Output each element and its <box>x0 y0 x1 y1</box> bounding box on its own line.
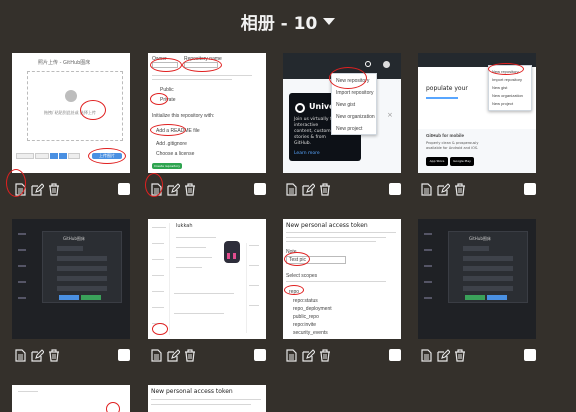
edit-icon[interactable] <box>165 181 181 197</box>
select-checkbox[interactable] <box>389 349 401 361</box>
menu-item[interactable]: New project <box>492 101 513 106</box>
menu-item[interactable]: New organization <box>492 93 523 98</box>
menu-item[interactable]: Import repository <box>336 90 374 96</box>
photo-thumb[interactable]: GitHub图床 <box>12 219 130 339</box>
photo-thumb[interactable]: Universe Join us virtually for interacti… <box>283 53 401 173</box>
photo-thumb[interactable]: populate your New repository Import repo… <box>418 53 536 173</box>
sidebar-mini <box>424 233 434 329</box>
drop-zone[interactable]: 拖拽/ 粘贴到此处或 选择上传 <box>27 71 123 141</box>
config-panel: GitHub图床 <box>448 231 528 303</box>
upload-title: 照片上传 - GitHub图床 <box>38 60 91 66</box>
menu-item[interactable]: New gist <box>336 102 355 108</box>
plus-icon[interactable] <box>365 61 371 67</box>
edit-icon[interactable] <box>435 347 451 363</box>
edit-icon[interactable] <box>300 181 316 197</box>
select-checkbox[interactable] <box>524 349 536 361</box>
select-checkbox[interactable] <box>254 183 266 195</box>
edit-icon[interactable] <box>29 181 45 197</box>
photo-card-5: GitHub图床 <box>12 219 130 362</box>
menu-item[interactable]: New gist <box>492 85 507 90</box>
avatar[interactable] <box>383 61 390 68</box>
document-icon[interactable] <box>418 347 434 363</box>
trash-icon[interactable] <box>452 181 468 197</box>
edit-icon[interactable] <box>300 347 316 363</box>
license-option: Choose a license <box>156 151 195 157</box>
document-icon[interactable] <box>148 347 164 363</box>
photo-thumb[interactable] <box>12 385 130 412</box>
scopes-label: Select scopes <box>286 273 318 279</box>
trash-icon[interactable] <box>182 347 198 363</box>
chevron-down-icon[interactable] <box>323 17 336 25</box>
menu-item[interactable]: Import repository <box>492 77 522 82</box>
trash-icon[interactable] <box>182 181 198 197</box>
select-checkbox[interactable] <box>254 349 266 361</box>
album-title: 相册 - 10 <box>240 13 318 34</box>
profile-name: lukkah <box>176 223 193 229</box>
edit-icon[interactable] <box>435 181 451 197</box>
photo-card-10: New personal access token <box>148 385 266 412</box>
menu-item[interactable]: New organization <box>336 114 375 120</box>
google-play-button[interactable]: Google Play <box>450 157 474 166</box>
page-title: New personal access token <box>151 388 233 395</box>
select-checkbox[interactable] <box>524 183 536 195</box>
scope-item[interactable]: public_repo <box>293 314 319 320</box>
create-repo-button[interactable]: Create repository <box>152 163 182 169</box>
close-icon[interactable]: × <box>387 111 393 119</box>
cloud-upload-icon <box>65 90 77 102</box>
photo-card-7: New personal access token Note Test pic … <box>283 219 401 362</box>
photo-card-9 <box>12 385 130 412</box>
trash-icon[interactable] <box>317 181 333 197</box>
panel-title: GitHub图床 <box>63 236 85 241</box>
document-icon[interactable] <box>283 181 299 197</box>
edit-icon[interactable] <box>165 347 181 363</box>
photo-thumb[interactable]: GitHub图床 <box>418 219 536 339</box>
mobile-body: Properly clean & prosperously available … <box>426 141 479 150</box>
public-option: Public <box>160 87 174 93</box>
photo-card-4: populate your New repository Import repo… <box>418 53 536 196</box>
select-checkbox[interactable] <box>118 349 130 361</box>
photo-thumb[interactable]: lukkah <box>148 219 266 339</box>
scope-item[interactable]: security_events <box>293 330 328 336</box>
document-icon[interactable] <box>418 181 434 197</box>
gitignore-option: Add .gitignore <box>156 141 187 147</box>
select-checkbox[interactable] <box>389 183 401 195</box>
scope-item[interactable]: repo:invite <box>293 322 316 328</box>
photo-card-1: 照片上传 - GitHub图床 拖拽/ 粘贴到此处或 选择上传 上传图片 <box>6 53 130 197</box>
config-panel: GitHub图床 <box>42 231 122 303</box>
document-icon[interactable] <box>12 347 28 363</box>
scope-item[interactable]: repo_deployment <box>293 306 332 312</box>
panel-title: GitHub图床 <box>469 236 491 241</box>
trash-icon[interactable] <box>317 347 333 363</box>
select-checkbox[interactable] <box>118 183 130 195</box>
mobile-title: GitHub for mobile <box>426 133 464 138</box>
app-store-button[interactable]: App Store <box>426 157 448 166</box>
scope-item[interactable]: repo:status <box>293 298 318 304</box>
photo-card-3: Universe Join us virtually for interacti… <box>283 53 401 196</box>
format-tabs <box>16 153 80 159</box>
avatar <box>224 241 240 263</box>
photo-card-8: GitHub图床 <box>418 219 536 362</box>
photo-card-6: lukkah <box>148 219 266 362</box>
trash-icon[interactable] <box>452 347 468 363</box>
album-header[interactable]: 相册 - 10 <box>0 0 576 42</box>
trash-icon[interactable] <box>46 181 62 197</box>
photo-thumb[interactable]: New personal access token Note Test pic … <box>283 219 401 339</box>
learn-more-link[interactable]: Learn more <box>294 151 320 156</box>
page-title: New personal access token <box>286 222 368 229</box>
menu-item[interactable]: New project <box>336 126 362 132</box>
photo-thumb[interactable]: New personal access token <box>148 385 266 412</box>
photo-thumb[interactable]: 照片上传 - GitHub图床 拖拽/ 粘贴到此处或 选择上传 上传图片 <box>12 53 130 173</box>
photo-thumb[interactable]: Owner Repository name Public Private Ini… <box>148 53 266 173</box>
edit-icon[interactable] <box>29 347 45 363</box>
init-label: Initialize this repository with: <box>152 113 215 119</box>
side-text: populate your <box>426 85 468 92</box>
sidebar-mini <box>18 233 28 329</box>
document-icon[interactable] <box>283 347 299 363</box>
photo-card-2: Owner Repository name Public Private Ini… <box>145 53 266 197</box>
trash-icon[interactable] <box>46 347 62 363</box>
